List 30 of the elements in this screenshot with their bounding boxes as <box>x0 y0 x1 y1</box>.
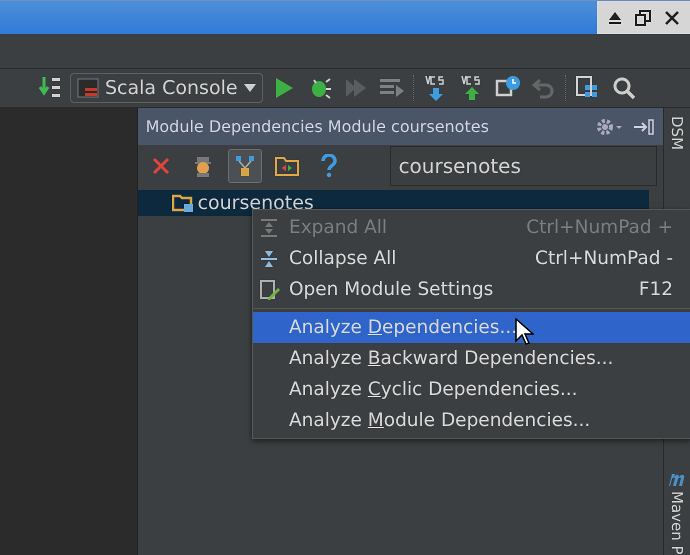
menu-item[interactable]: Analyze Module Dependencies... <box>253 405 690 436</box>
run-configuration-dropdown[interactable]: Scala Console <box>70 73 263 103</box>
side-tab[interactable]: Maven P <box>668 491 686 555</box>
gear-icon[interactable] <box>594 116 623 136</box>
close-icon <box>152 157 170 175</box>
run-icon[interactable] <box>274 77 294 99</box>
document-pencil-icon <box>259 278 281 300</box>
menu-item[interactable]: Analyze Backward Dependencies... <box>253 343 690 374</box>
collapse-icon <box>259 248 279 268</box>
mouse-cursor-icon <box>514 318 534 346</box>
menu-item[interactable]: Collapse All Ctrl+NumPad - <box>253 243 690 274</box>
search-icon[interactable] <box>612 76 636 100</box>
eject-icon[interactable] <box>607 10 624 26</box>
hide-panel-icon[interactable] <box>632 118 655 136</box>
side-tab[interactable]: DSM <box>668 116 686 150</box>
flatten-button[interactable] <box>228 149 262 183</box>
search-field[interactable]: coursenotes <box>390 146 657 186</box>
close-icon[interactable] <box>664 10 680 26</box>
help-icon <box>320 154 338 178</box>
restore-icon[interactable] <box>635 10 652 26</box>
caret-icon <box>244 84 256 92</box>
folder-icon <box>274 156 299 176</box>
panel-title: Module Dependencies Module coursenotes <box>146 117 490 136</box>
module-folder-icon <box>172 193 194 213</box>
console-icon <box>77 78 99 98</box>
expand-icon <box>259 218 279 238</box>
list-arrow-icon[interactable] <box>378 77 405 99</box>
module-tree-icon <box>234 155 255 177</box>
menu-item[interactable]: Analyze Cyclic Dependencies... <box>253 374 690 405</box>
menu-item[interactable]: Open Module Settings F12 <box>253 274 690 305</box>
